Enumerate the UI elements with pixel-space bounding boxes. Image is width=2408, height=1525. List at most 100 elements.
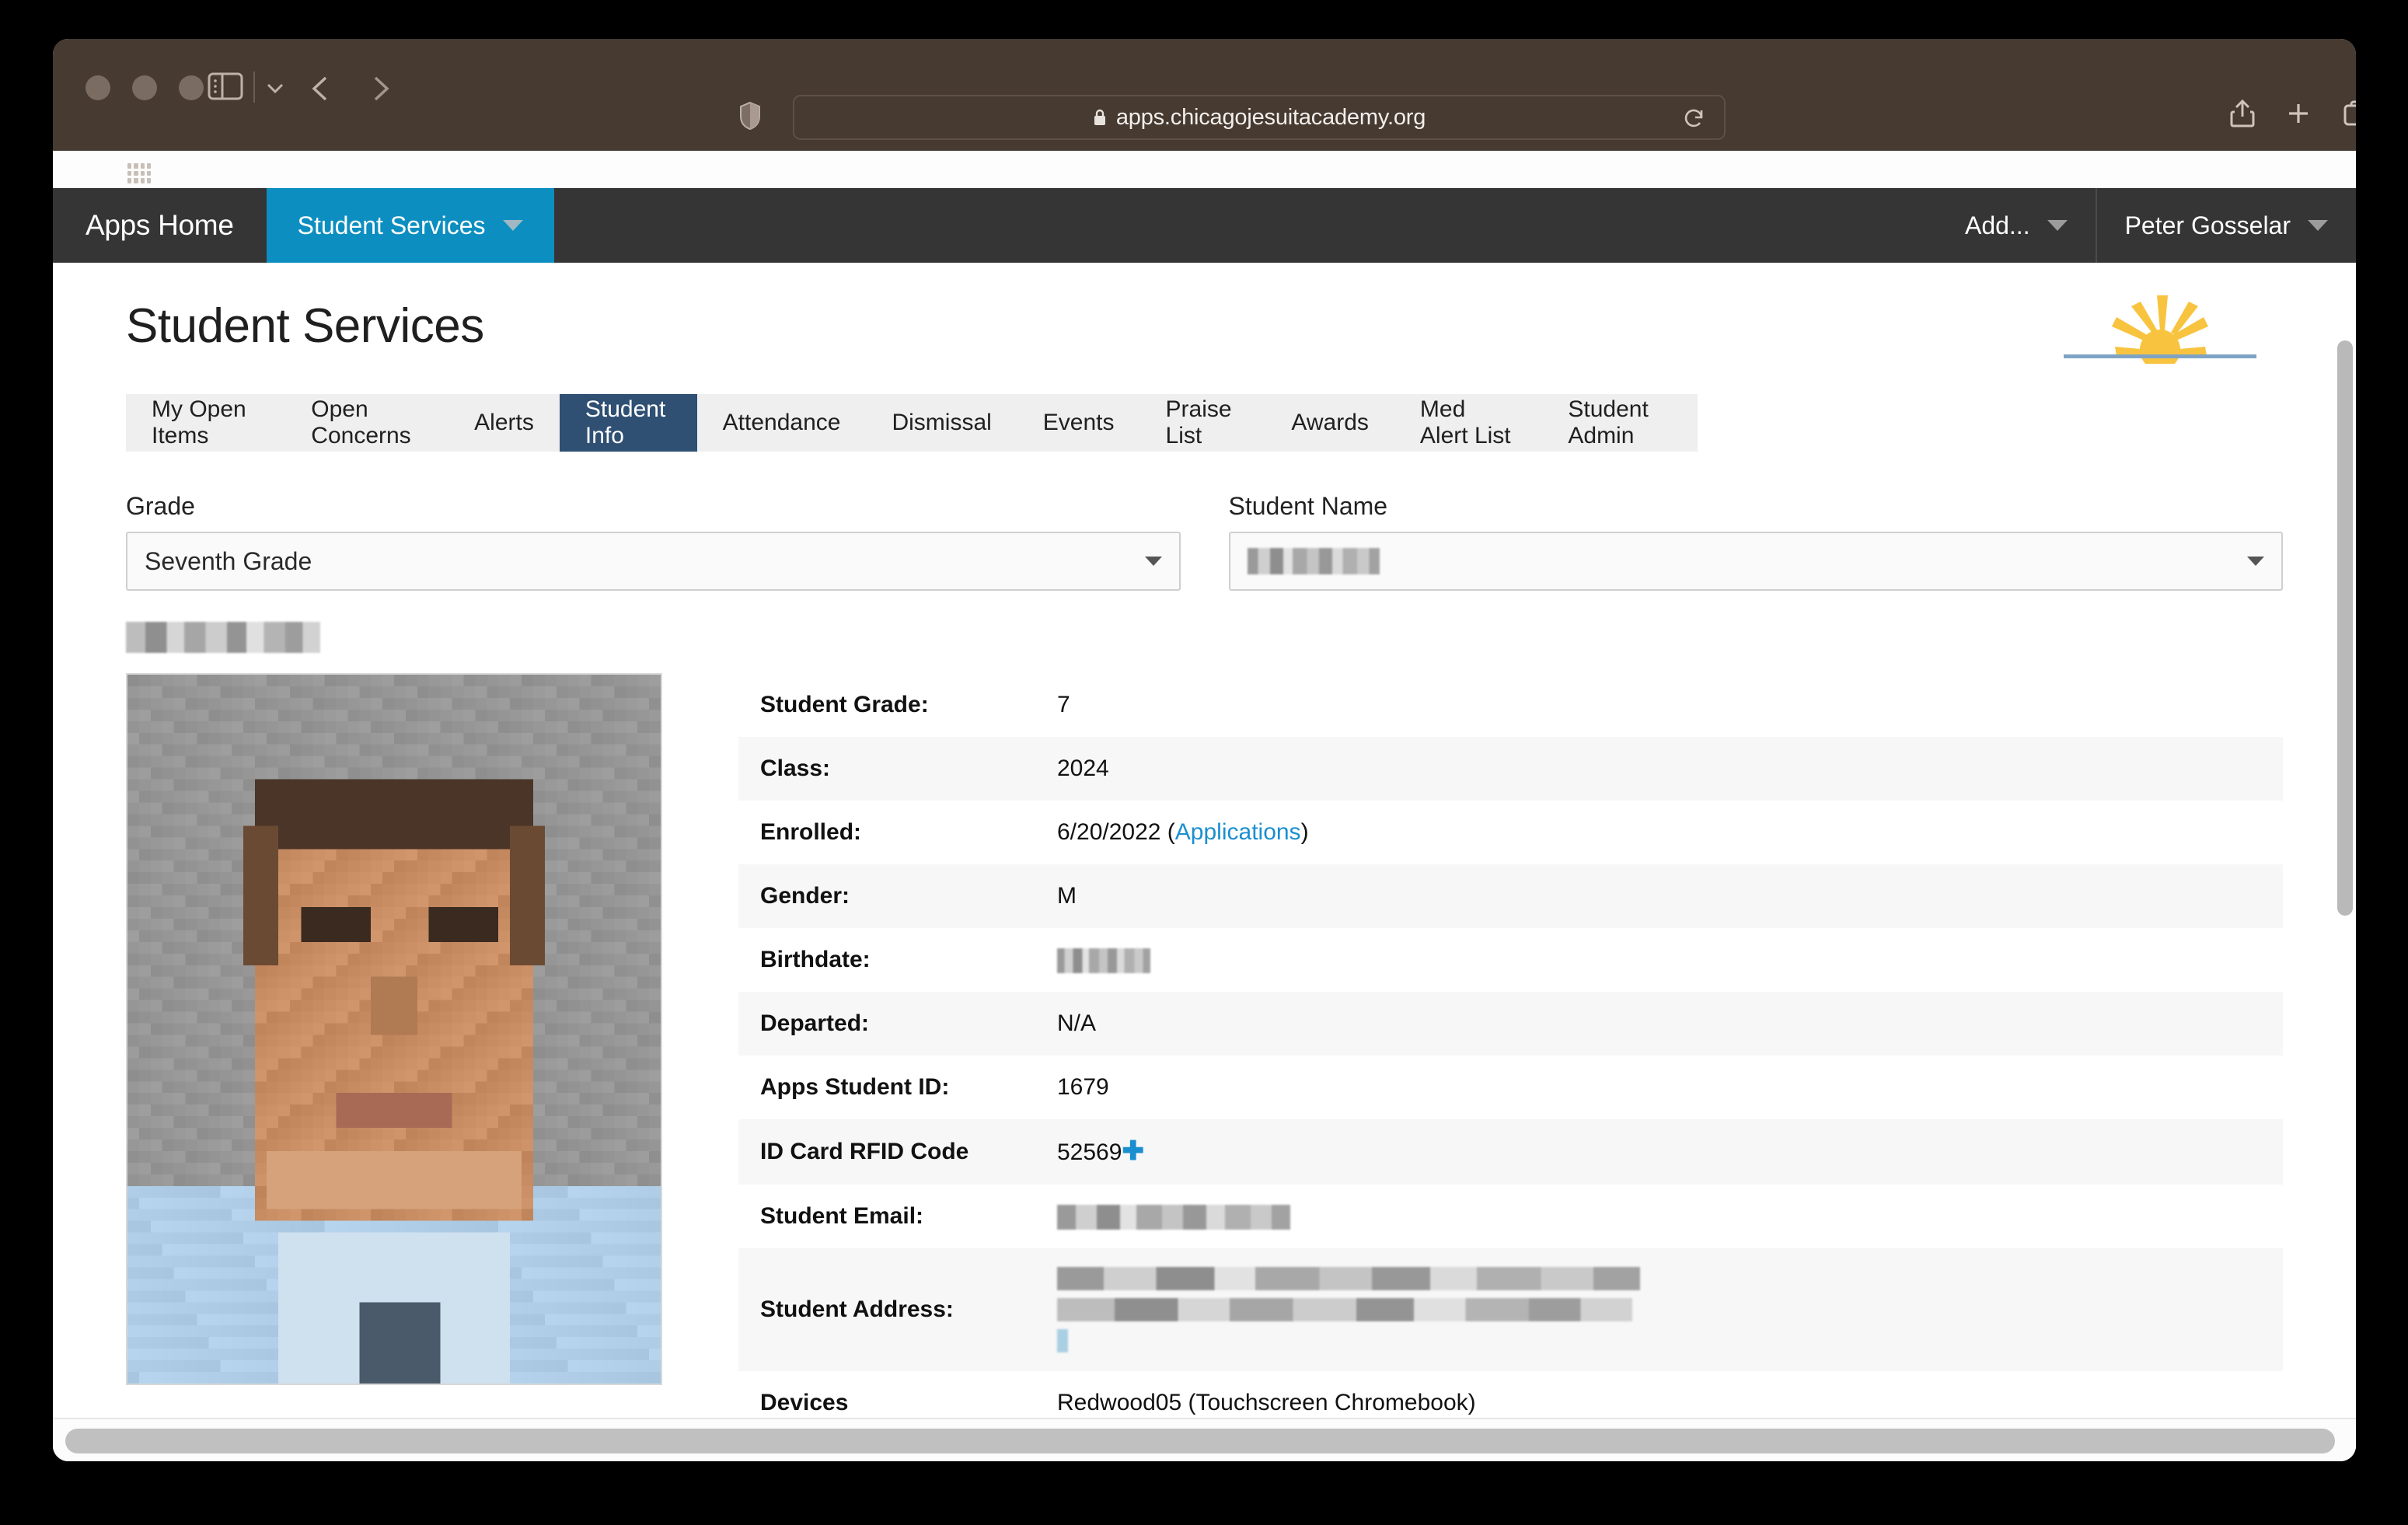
app-nav-bar: Apps Home Student Services Add... Peter … xyxy=(53,188,2356,263)
chrome-divider xyxy=(253,72,255,103)
redacted-value xyxy=(1057,1205,1290,1230)
plus-icon[interactable] xyxy=(2285,99,2312,127)
redacted-address-line xyxy=(1057,1329,1068,1353)
tab-dismissal[interactable]: Dismissal xyxy=(866,394,1017,452)
detail-key: Class: xyxy=(738,737,1035,801)
grade-filter: Grade Seventh Grade xyxy=(126,492,1181,591)
details-column: Student Grade: 7 Class: 2024 Enrolled: 6/20/2… xyxy=(738,673,2283,1461)
table-row: Enrolled: 6/20/2022 (Applications) xyxy=(738,801,2283,864)
detail-value: 6/20/2022 (Applications) xyxy=(1057,819,1309,845)
redacted-student-name-value xyxy=(1247,548,1380,574)
tab-events[interactable]: Events xyxy=(1017,394,1140,452)
headshot-image xyxy=(127,675,661,1384)
nav-apps-home[interactable]: Apps Home xyxy=(53,188,267,263)
tab-open-concerns[interactable]: Open Concerns xyxy=(285,394,448,452)
student-headshot xyxy=(126,673,662,1385)
detail-key: Apps Student ID: xyxy=(760,1074,950,1101)
sidebar-toggle-icon[interactable] xyxy=(207,71,244,102)
apps-grid-icon[interactable] xyxy=(127,163,151,183)
chevron-down-icon[interactable] xyxy=(264,79,286,96)
table-row: Apps Student ID: 1679 xyxy=(738,1056,2283,1119)
table-row: Class: 2024 xyxy=(738,737,2283,801)
forward-chevron-icon[interactable] xyxy=(367,73,393,104)
tab-awards[interactable]: Awards xyxy=(1265,394,1394,452)
address-bar[interactable]: apps.chicagojesuitacademy.org xyxy=(793,95,1726,140)
tab-praise-list[interactable]: Praise List xyxy=(1140,394,1266,452)
maximize-window-button[interactable] xyxy=(179,75,204,100)
tab-student-admin[interactable]: Student Admin xyxy=(1542,394,1698,452)
horizontal-scrollbar-track[interactable] xyxy=(53,1418,2356,1461)
nav-student-services[interactable]: Student Services xyxy=(266,188,554,263)
tab-med-alert-list[interactable]: Med Alert List xyxy=(1394,394,1542,452)
detail-key: ID Card RFID Code xyxy=(738,1119,1035,1185)
student-name-filter: Student Name xyxy=(1228,492,2283,591)
grade-label: Grade xyxy=(126,492,195,520)
student-detail-body: Upload New Headshot Choose File no file … xyxy=(126,673,2283,1461)
detail-key: Student Address: xyxy=(738,1248,1035,1372)
chevron-down-icon xyxy=(2308,220,2328,231)
table-row: Birthdate: xyxy=(738,928,2283,992)
table-row: Gender: M xyxy=(738,864,2283,928)
detail-value xyxy=(1035,1185,2283,1248)
detail-key: Student Grade: xyxy=(760,692,929,717)
close-window-button[interactable] xyxy=(86,75,110,100)
grade-select[interactable]: Seventh Grade xyxy=(126,532,1181,591)
applications-link[interactable]: Applications xyxy=(1175,819,1301,845)
student-name-label: Student Name xyxy=(1228,492,1388,520)
detail-key: Departed: xyxy=(738,992,1035,1056)
safari-window: apps.chicagojesuitacademy.org Apps Home … xyxy=(53,39,2356,1461)
nav-user-menu[interactable]: Peter Gosselar xyxy=(2095,188,2356,263)
chevron-down-icon xyxy=(2047,220,2068,231)
nav-add-menu[interactable]: Add... xyxy=(1937,188,2096,263)
table-row: Student Address: xyxy=(738,1248,2283,1372)
redacted-address-block xyxy=(1057,1267,2261,1353)
detail-value: 52569✚ xyxy=(1035,1119,2283,1185)
window-traffic-lights[interactable] xyxy=(86,75,204,100)
detail-value: N/A xyxy=(1035,992,2283,1056)
detail-value xyxy=(1035,928,2283,992)
table-row: Departed: N/A xyxy=(738,992,2283,1056)
detail-value: 2024 xyxy=(1035,737,2283,801)
nav-student-services-label: Student Services xyxy=(297,211,486,239)
tab-my-open-items[interactable]: My Open Items xyxy=(126,394,285,452)
detail-key: Enrolled: xyxy=(760,819,862,845)
nav-add-label: Add... xyxy=(1964,211,2030,239)
grade-select-value: Seventh Grade xyxy=(145,546,312,575)
detail-key: Birthdate: xyxy=(760,947,871,973)
horizontal-scrollbar-thumb[interactable] xyxy=(65,1429,2335,1453)
detail-value xyxy=(1035,1248,2283,1372)
detail-value: M xyxy=(1035,864,2283,928)
table-row: ID Card RFID Code 52569✚ xyxy=(738,1119,2283,1185)
redacted-address-line xyxy=(1057,1267,1640,1291)
table-row: Student Grade: 7 xyxy=(738,673,2283,737)
chevron-down-icon xyxy=(1144,557,1162,566)
chevron-down-icon xyxy=(2247,557,2264,566)
tab-alerts[interactable]: Alerts xyxy=(448,394,560,452)
headshot-column: Upload New Headshot Choose File no file … xyxy=(126,673,662,1461)
tab-student-info[interactable]: Student Info xyxy=(559,394,697,452)
detail-value: 1679 xyxy=(1057,1074,1109,1101)
add-plus-icon[interactable]: ✚ xyxy=(1122,1136,1144,1166)
table-row: Student Email: xyxy=(738,1185,2283,1248)
student-details-table: Student Grade: 7 Class: 2024 Enrolled: 6/20/2… xyxy=(738,673,2283,1461)
detail-key: Student Email: xyxy=(760,1203,924,1230)
browser-chrome: apps.chicagojesuitacademy.org xyxy=(53,39,2356,183)
section-tabs: My Open Items Open Concerns Alerts Stude… xyxy=(126,394,1698,452)
student-name-select[interactable] xyxy=(1228,532,2283,591)
back-chevron-icon[interactable] xyxy=(308,73,334,104)
share-icon[interactable] xyxy=(2229,98,2256,129)
reload-icon[interactable] xyxy=(1684,107,1705,131)
vertical-scrollbar[interactable] xyxy=(2337,340,2353,916)
redacted-value xyxy=(1057,948,1150,974)
tab-attendance[interactable]: Attendance xyxy=(697,394,867,452)
chevron-down-icon xyxy=(502,220,523,231)
page-content: Student Services My Open Items Open Conc… xyxy=(53,263,2356,1461)
filter-row: Grade Seventh Grade Student Name xyxy=(126,492,2283,591)
shield-icon[interactable] xyxy=(738,101,762,131)
lock-icon xyxy=(1093,109,1107,126)
minimize-window-button[interactable] xyxy=(132,75,157,100)
tab-overview-icon[interactable] xyxy=(2343,99,2356,127)
nav-right-group: Add... Peter Gosselar xyxy=(1937,188,2356,263)
rising-sun-logo xyxy=(2051,278,2269,364)
nav-user-label: Peter Gosselar xyxy=(2124,211,2291,239)
